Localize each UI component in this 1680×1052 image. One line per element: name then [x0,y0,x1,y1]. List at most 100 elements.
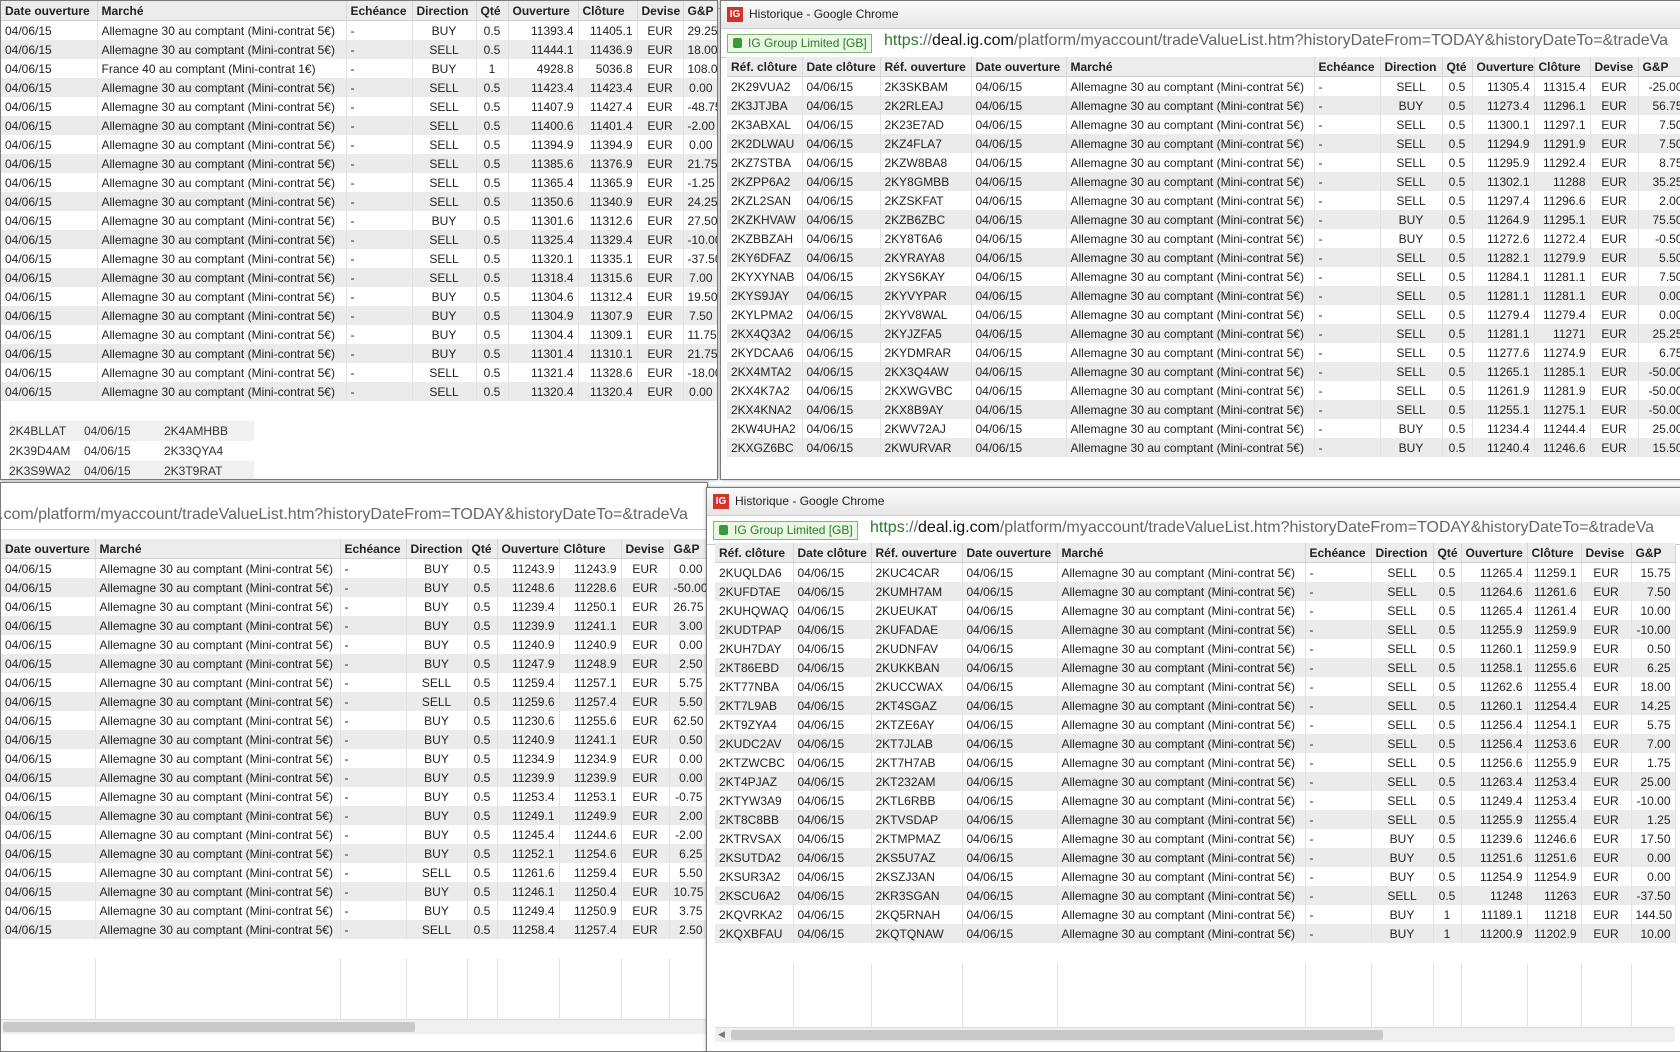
table-row[interactable]: 2KT8C8BB 04/06/15 2KTVSDAP 04/06/15 Allemagn… [715,810,1676,829]
table-row[interactable]: 04/06/15 Allemagne 30 au comptant (Mini-c… [1,673,707,692]
col-header-gp[interactable]: G&P [1638,57,1680,77]
table-row[interactable]: 2KT9ZYA4 04/06/15 2KTZE6AY 04/06/15 Allemagn… [715,715,1676,734]
table-row[interactable]: 04/06/15 Allemagne 30 au comptant (Mini-c… [1,382,717,401]
col-header-ouverture[interactable]: Ouverture [508,1,579,21]
table-row[interactable]: 04/06/15 Allemagne 30 au comptant (Mini-c… [1,730,707,749]
table-row[interactable]: 04/06/15 Allemagne 30 au comptant (Mini-c… [1,692,707,711]
table-row[interactable]: 04/06/15 Allemagne 30 au comptant (Mini-c… [1,635,707,654]
table-row[interactable]: 04/06/15 Allemagne 30 au comptant (Mini-c… [1,844,707,863]
table-row[interactable]: 04/06/15 Allemagne 30 au comptant (Mini-c… [1,654,707,673]
table-row[interactable]: 04/06/15 Allemagne 30 au comptant (Mini-c… [1,825,707,844]
table-row[interactable]: 04/06/15 France 40 au comptant (Mini-cont… [1,59,717,78]
table-row[interactable]: 04/06/15 Allemagne 30 au comptant (Mini-c… [1,597,707,616]
table-row[interactable]: 04/06/15 Allemagne 30 au comptant (Mini-c… [1,78,717,97]
col-header-ouverture[interactable]: Ouverture [1472,57,1535,77]
col-header-qte[interactable]: Qté [1433,543,1462,563]
table-row[interactable]: 04/06/15 Allemagne 30 au comptant (Mini-c… [1,920,707,939]
table-row[interactable]: 04/06/15 Allemagne 30 au comptant (Mini-c… [1,173,717,192]
col-header-ref-ouverture[interactable]: Réf. ouverture [871,543,963,563]
table-row[interactable]: 04/06/15 Allemagne 30 au comptant (Mini-c… [1,616,707,635]
col-header-cloture[interactable]: Clôture [1527,543,1582,563]
table-row[interactable]: 2KZKHVAW 04/06/15 2KZB6ZBC 04/06/15 Allemagn… [727,210,1680,229]
table-row[interactable]: 04/06/15 Allemagne 30 au comptant (Mini-c… [1,863,707,882]
table-row[interactable]: 2KT4PJAZ 04/06/15 2KT232AM 04/06/15 Allemagn… [715,772,1676,791]
table-row[interactable]: 04/06/15 Allemagne 30 au comptant (Mini-c… [1,325,717,344]
title-bar[interactable]: IG Historique - Google Chrome [721,1,1680,29]
table-row[interactable]: 04/06/15 Allemagne 30 au comptant (Mini-c… [1,135,717,154]
table-row[interactable]: 2KUDTPAP 04/06/15 2KUFADAE 04/06/15 Allemagn… [715,620,1676,639]
col-header-direction[interactable]: Direction [412,1,477,21]
table-row[interactable]: 04/06/15 Allemagne 30 au comptant (Mini-c… [1,806,707,825]
url-text[interactable]: https://deal.ig.com/platform/myaccount/t… [870,519,1654,537]
table-row[interactable]: 2KX4K7A2 04/06/15 2KXWGVBC 04/06/15 Allemagn… [727,381,1680,400]
table-row[interactable]: 2KYDCAA6 04/06/15 2KYDMRAR 04/06/15 Allemagn… [727,343,1680,362]
ev-certificate-badge[interactable]: IG Group Limited [GB] [727,34,872,53]
table-row[interactable]: 2KQVRKA2 04/06/15 2KQ5RNAH 04/06/15 Allemagn… [715,905,1676,924]
table-row[interactable]: 2KUFDTAE 04/06/15 2KUMH7AM 04/06/15 Allemagn… [715,582,1676,601]
table-row[interactable]: 2KT7L9AB 04/06/15 2KT4SGAZ 04/06/15 Allemagn… [715,696,1676,715]
col-header-qte[interactable]: Qté [1442,57,1473,77]
url-text[interactable]: https://deal.ig.com/platform/myaccount/t… [884,32,1668,50]
table-row[interactable]: 04/06/15 Allemagne 30 au comptant (Mini-c… [1,306,717,325]
col-header-ouverture[interactable]: Ouverture [1461,543,1528,563]
col-header-devise[interactable]: Devise [1581,543,1632,563]
table-row[interactable]: 04/06/15 Allemagne 30 au comptant (Mini-c… [1,97,717,116]
table-row[interactable]: 2KUQLDA6 04/06/15 2KUC4CAR 04/06/15 Allemagn… [715,562,1676,582]
table-row[interactable]: 2KSCU6A2 04/06/15 2KR3SGAN 04/06/15 Allemagn… [715,886,1676,905]
col-header-devise[interactable]: Devise [1590,57,1639,77]
address-bar[interactable]: .com/platform/myaccount/tradeValueList.h… [1,483,707,530]
table-row[interactable]: 2K2DLWAU 04/06/15 2KZ4FLA7 04/06/15 Allemagn… [727,134,1680,153]
table-row[interactable]: 2KYXYNAB 04/06/15 2KYS6KAY 04/06/15 Allemagn… [727,267,1680,286]
col-header-date-ouverture[interactable]: Date ouverture [971,57,1067,77]
table-row[interactable]: 2K3ABXAL 04/06/15 2K23E7AD 04/06/15 Allemagn… [727,115,1680,134]
table-row[interactable]: 04/06/15 Allemagne 30 au comptant (Mini-c… [1,787,707,806]
col-header-date-ouverture[interactable]: Date ouverture [1,539,96,559]
table-row[interactable]: 2KQXBFAU 04/06/15 2KQTQNAW 04/06/15 Allemagn… [715,924,1676,943]
table-row[interactable]: 2KY6DFAZ 04/06/15 2KYRAYA8 04/06/15 Allemagn… [727,248,1680,267]
scrollbar-thumb[interactable] [731,1030,1383,1040]
table-row[interactable]: 2KTYW3A9 04/06/15 2KTL6RBB 04/06/15 Allemagn… [715,791,1676,810]
col-header-date-cloture[interactable]: Date clôture [802,57,881,77]
table-row[interactable]: 04/06/15 Allemagne 30 au comptant (Mini-c… [1,40,717,59]
col-header-echeance[interactable]: Echéance [1305,543,1372,563]
col-header-direction[interactable]: Direction [406,539,468,559]
table-row[interactable]: 04/06/15 Allemagne 30 au comptant (Mini-c… [1,192,717,211]
table-row[interactable]: 04/06/15 Allemagne 30 au comptant (Mini-c… [1,344,717,363]
table-row[interactable]: 2KW4UHA2 04/06/15 2KWV72AJ 04/06/15 Allemagn… [727,419,1680,438]
address-bar[interactable]: IG Group Limited [GB] https://deal.ig.co… [721,29,1680,58]
table-row[interactable]: 2KZPP6A2 04/06/15 2KY8GMBB 04/06/15 Allemagn… [727,172,1680,191]
ev-certificate-badge[interactable]: IG Group Limited [GB] [713,521,858,540]
table-row[interactable]: 2KT86EBD 04/06/15 2KUKKBAN 04/06/15 Allemagn… [715,658,1676,677]
table-row[interactable]: 04/06/15 Allemagne 30 au comptant (Mini-c… [1,249,717,268]
table-row[interactable]: 04/06/15 Allemagne 30 au comptant (Mini-c… [1,901,707,920]
col-header-date-cloture[interactable]: Date clôture [793,543,872,563]
table-row[interactable]: 2KT77NBA 04/06/15 2KUCCWAX 04/06/15 Allemagn… [715,677,1676,696]
col-header-ref-cloture[interactable]: Réf. clôture [715,543,794,563]
table-row[interactable]: 04/06/15 Allemagne 30 au comptant (Mini-c… [1,154,717,173]
table-row[interactable]: 04/06/15 Allemagne 30 au comptant (Mini-c… [1,882,707,901]
col-header-date-ouverture[interactable]: Date ouverture [962,543,1058,563]
horizontal-scrollbar[interactable] [1,1019,707,1034]
col-header-direction[interactable]: Direction [1371,543,1434,563]
table-row[interactable]: 04/06/15 Allemagne 30 au comptant (Mini-c… [1,211,717,230]
table-row[interactable]: 2KSUTDA2 04/06/15 2KS5U7AZ 04/06/15 Allemagn… [715,848,1676,867]
table-row[interactable]: 04/06/15 Allemagne 30 au comptant (Mini-c… [1,768,707,787]
col-header-marche[interactable]: Marché [95,539,341,559]
table-row[interactable]: 2KX4KNA2 04/06/15 2KX8B9AY 04/06/15 Allemagn… [727,400,1680,419]
table-row[interactable]: 2KUDC2AV 04/06/15 2KT7JLAB 04/06/15 Allemagn… [715,734,1676,753]
table-row[interactable]: 2K3JTJBA 04/06/15 2K2RLEAJ 04/06/15 Allemagn… [727,96,1680,115]
table-row[interactable]: 2KX4MTA2 04/06/15 2KX3Q4AW 04/06/15 Allemagn… [727,362,1680,381]
url-text[interactable]: .com/platform/myaccount/tradeValueList.h… [1,506,688,524]
horizontal-scrollbar[interactable]: ◀ [715,1027,1675,1042]
scrollbar-thumb[interactable] [3,1022,415,1032]
col-header-ref-ouverture[interactable]: Réf. ouverture [880,57,972,77]
col-header-qte[interactable]: Qté [467,539,498,559]
table-row[interactable]: 2KXGZ6BC 04/06/15 2KWURVAR 04/06/15 Allemagn… [727,438,1680,457]
scroll-left-icon[interactable]: ◀ [718,1029,725,1040]
col-header-qte[interactable]: Qté [476,1,509,21]
table-row[interactable]: 04/06/15 Allemagne 30 au comptant (Mini-c… [1,749,707,768]
col-header-cloture[interactable]: Clôture [1534,57,1591,77]
table-row[interactable]: 04/06/15 Allemagne 30 au comptant (Mini-c… [1,287,717,306]
table-row[interactable]: 04/06/15 Allemagne 30 au comptant (Mini-c… [1,711,707,730]
table-row[interactable]: 2KTRVSAX 04/06/15 2KTMPMAZ 04/06/15 Allemagn… [715,829,1676,848]
